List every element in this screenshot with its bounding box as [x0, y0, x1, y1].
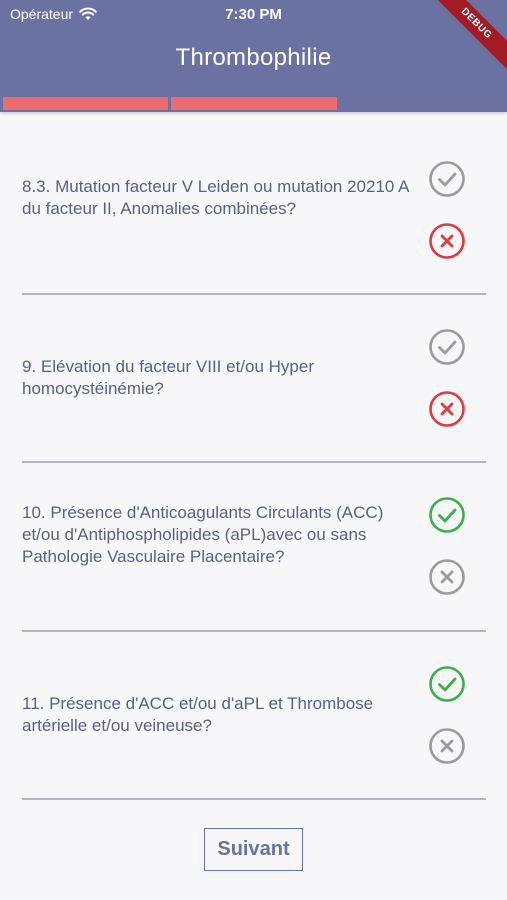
no-cross-icon[interactable]: [428, 222, 466, 260]
progress-bar: [0, 94, 507, 112]
question-text: 11. Présence d'ACC et/ou d'aPL et Thromb…: [22, 694, 374, 735]
question-text: 10. Présence d'Anticoagulants Circulants…: [22, 503, 384, 566]
question-text: 9. Elévation du facteur VIII et/ou Hyper…: [22, 357, 314, 398]
question-item: 9. Elévation du facteur VIII et/ou Hyper…: [0, 294, 507, 462]
question-item: 8.3. Mutation facteur V Leiden ou mutati…: [0, 126, 507, 294]
divider: [22, 798, 486, 800]
yes-check-icon[interactable]: [428, 160, 466, 198]
app-bar: Opérateur 7:30 PM Thrombophilie DEBUG: [0, 0, 507, 94]
question-item: 10. Présence d'Anticoagulants Circulants…: [0, 462, 507, 630]
no-cross-icon[interactable]: [428, 390, 466, 428]
yes-check-icon[interactable]: [428, 328, 466, 366]
no-cross-icon[interactable]: [428, 727, 466, 765]
progress-segment-1: [3, 97, 168, 110]
question-item: 11. Présence d'ACC et/ou d'aPL et Thromb…: [0, 631, 507, 799]
yes-check-icon[interactable]: [428, 496, 466, 534]
progress-segment-3: [340, 97, 504, 110]
progress-segment-2: [171, 97, 337, 110]
page-title: Thrombophilie: [175, 44, 332, 71]
question-text: 8.3. Mutation facteur V Leiden ou mutati…: [22, 177, 409, 218]
no-cross-icon[interactable]: [428, 558, 466, 596]
status-time: 7:30 PM: [225, 6, 282, 23]
status-bar: Opérateur 7:30 PM: [0, 0, 507, 30]
yes-check-icon[interactable]: [428, 665, 466, 703]
next-button[interactable]: Suivant: [204, 828, 303, 871]
